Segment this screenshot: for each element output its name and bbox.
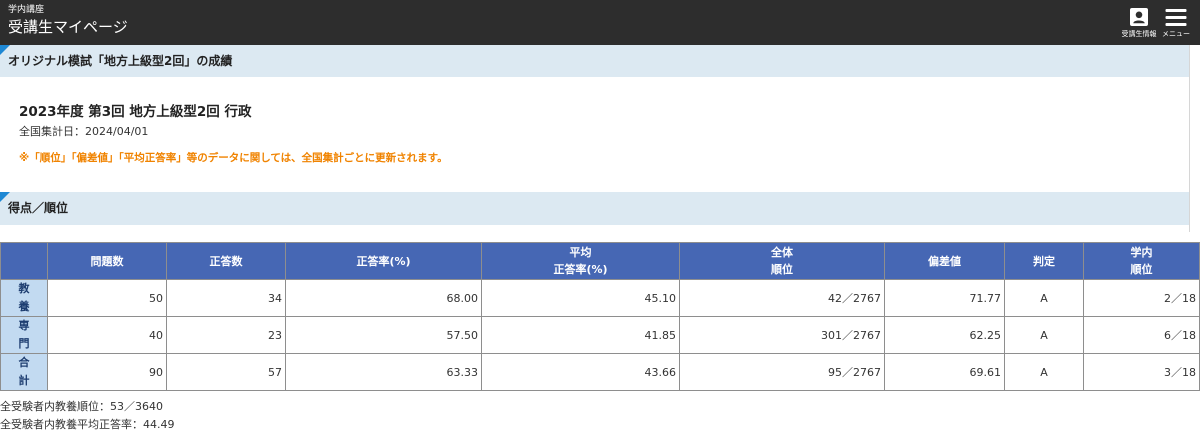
col-header-deviation: 偏差値 (884, 242, 1005, 280)
cell-rate: 63.33 (285, 353, 482, 391)
general-avg-rate-text: 全受験者内教養平均正答率：44.49 (0, 418, 175, 431)
profile-card-icon (1130, 8, 1148, 26)
col-header-line: 正答率(%) (356, 254, 411, 268)
top-header: 学内講座 受講生マイページ 受講生情報 メニュー (0, 0, 1200, 45)
menu-button[interactable]: メニュー (1156, 0, 1196, 45)
col-header-line: 問題数 (90, 254, 124, 268)
table-header-row: 問題数 正答数 正答率(%) 平均 正答率(%) 全体 順位 偏差値 判定 学内… (0, 242, 1200, 280)
results-heading-band: オリジナル模試「地方上級型2回」の成績 (0, 45, 1189, 77)
results-heading: オリジナル模試「地方上級型2回」の成績 (8, 54, 233, 68)
col-header-line: 順位 (771, 263, 793, 276)
aggregation-date: 全国集計日：2024/04/01 (19, 125, 149, 138)
cell-correct: 34 (166, 279, 286, 317)
site-brand-link[interactable]: 学内講座 受講生マイページ (8, 5, 128, 37)
brand-subtitle: 学内講座 (8, 5, 45, 15)
col-header-avg-rate: 平均 正答率(%) (481, 242, 680, 280)
exam-title: 2023年度 第3回 地方上級型2回 行政 (19, 104, 252, 120)
general-rank-text: 全受験者内教養順位：53／3640 (0, 400, 163, 413)
brand-title: 受講生マイページ (8, 18, 128, 36)
cell-overall-rank: 301／2767 (679, 316, 885, 354)
cell-correct: 57 (166, 353, 286, 391)
col-header-line: 学内 (1130, 246, 1153, 259)
cell-questions: 50 (47, 279, 167, 317)
overall-summary: 全受験者内教養順位：53／3640 全受験者内教養平均正答率：44.49 (0, 398, 1200, 434)
score-row-total: 合計 90 57 63.33 43.66 95／2767 69.61 A 3／1… (0, 353, 1200, 391)
cell-deviation: 71.77 (884, 279, 1005, 317)
cell-school-rank: 3／18 (1083, 353, 1200, 391)
col-header-overall-rank: 全体 順位 (679, 242, 885, 280)
scores-heading: 得点／順位 (8, 201, 69, 215)
col-header-line: 正答率(%) (553, 263, 608, 276)
profile-button[interactable]: 受講生情報 (1119, 0, 1159, 45)
cell-avg-rate: 45.10 (481, 279, 680, 317)
col-header-judgement: 判定 (1004, 242, 1084, 280)
cell-avg-rate: 43.66 (481, 353, 680, 391)
col-header-line: 偏差値 (928, 254, 961, 268)
cell-rate: 57.50 (285, 316, 482, 354)
score-row-general: 教養 50 34 68.00 45.10 42／2767 71.77 A 2／1… (0, 279, 1200, 317)
cell-judgement: A (1004, 316, 1084, 354)
col-header-questions: 問題数 (47, 242, 167, 280)
update-notice: ※「順位」「偏差値」「平均正答率」等のデータに関しては、全国集計ごとに更新されま… (19, 152, 448, 164)
cell-overall-rank: 42／2767 (679, 279, 885, 317)
col-header-line: 判定 (1033, 254, 1055, 268)
row-label: 専門 (18, 319, 30, 350)
menu-label: メニュー (1162, 30, 1190, 38)
row-header-cell: 合計 (0, 353, 48, 391)
profile-label: 受講生情報 (1121, 30, 1157, 38)
col-header-rate: 正答率(%) (285, 242, 482, 280)
hamburger-menu-icon (1165, 9, 1187, 26)
cell-deviation: 69.61 (884, 353, 1005, 391)
col-header-line: 平均 (569, 246, 592, 259)
row-header-cell: 教養 (0, 279, 48, 317)
row-label: 合計 (18, 356, 30, 387)
cell-deviation: 62.25 (884, 316, 1005, 354)
cell-questions: 40 (47, 316, 167, 354)
col-header-line: 正答数 (209, 254, 243, 268)
row-label: 教養 (18, 282, 30, 313)
col-header-line: 順位 (1130, 263, 1153, 276)
col-header-correct: 正答数 (166, 242, 286, 280)
col-header-line: 全体 (771, 246, 793, 259)
cell-avg-rate: 41.85 (481, 316, 680, 354)
score-table: 問題数 正答数 正答率(%) 平均 正答率(%) 全体 順位 偏差値 判定 学内… (0, 242, 1200, 391)
col-header-subject (0, 242, 48, 280)
cell-rate: 68.00 (285, 279, 482, 317)
cell-overall-rank: 95／2767 (679, 353, 885, 391)
score-row-specialty: 専門 40 23 57.50 41.85 301／2767 62.25 A 6／… (0, 316, 1200, 354)
cell-questions: 90 (47, 353, 167, 391)
results-container: オリジナル模試「地方上級型2回」の成績 2023年度 第3回 地方上級型2回 行… (0, 45, 1190, 232)
cell-school-rank: 2／18 (1083, 279, 1200, 317)
cell-school-rank: 6／18 (1083, 316, 1200, 354)
row-header-cell: 専門 (0, 316, 48, 354)
cell-correct: 23 (166, 316, 286, 354)
col-header-school-rank: 学内 順位 (1083, 242, 1200, 280)
cell-judgement: A (1004, 279, 1084, 317)
exam-info: 2023年度 第3回 地方上級型2回 行政 全国集計日：2024/04/01 ※… (0, 77, 1189, 192)
scores-heading-band: 得点／順位 (0, 192, 1189, 225)
cell-judgement: A (1004, 353, 1084, 391)
